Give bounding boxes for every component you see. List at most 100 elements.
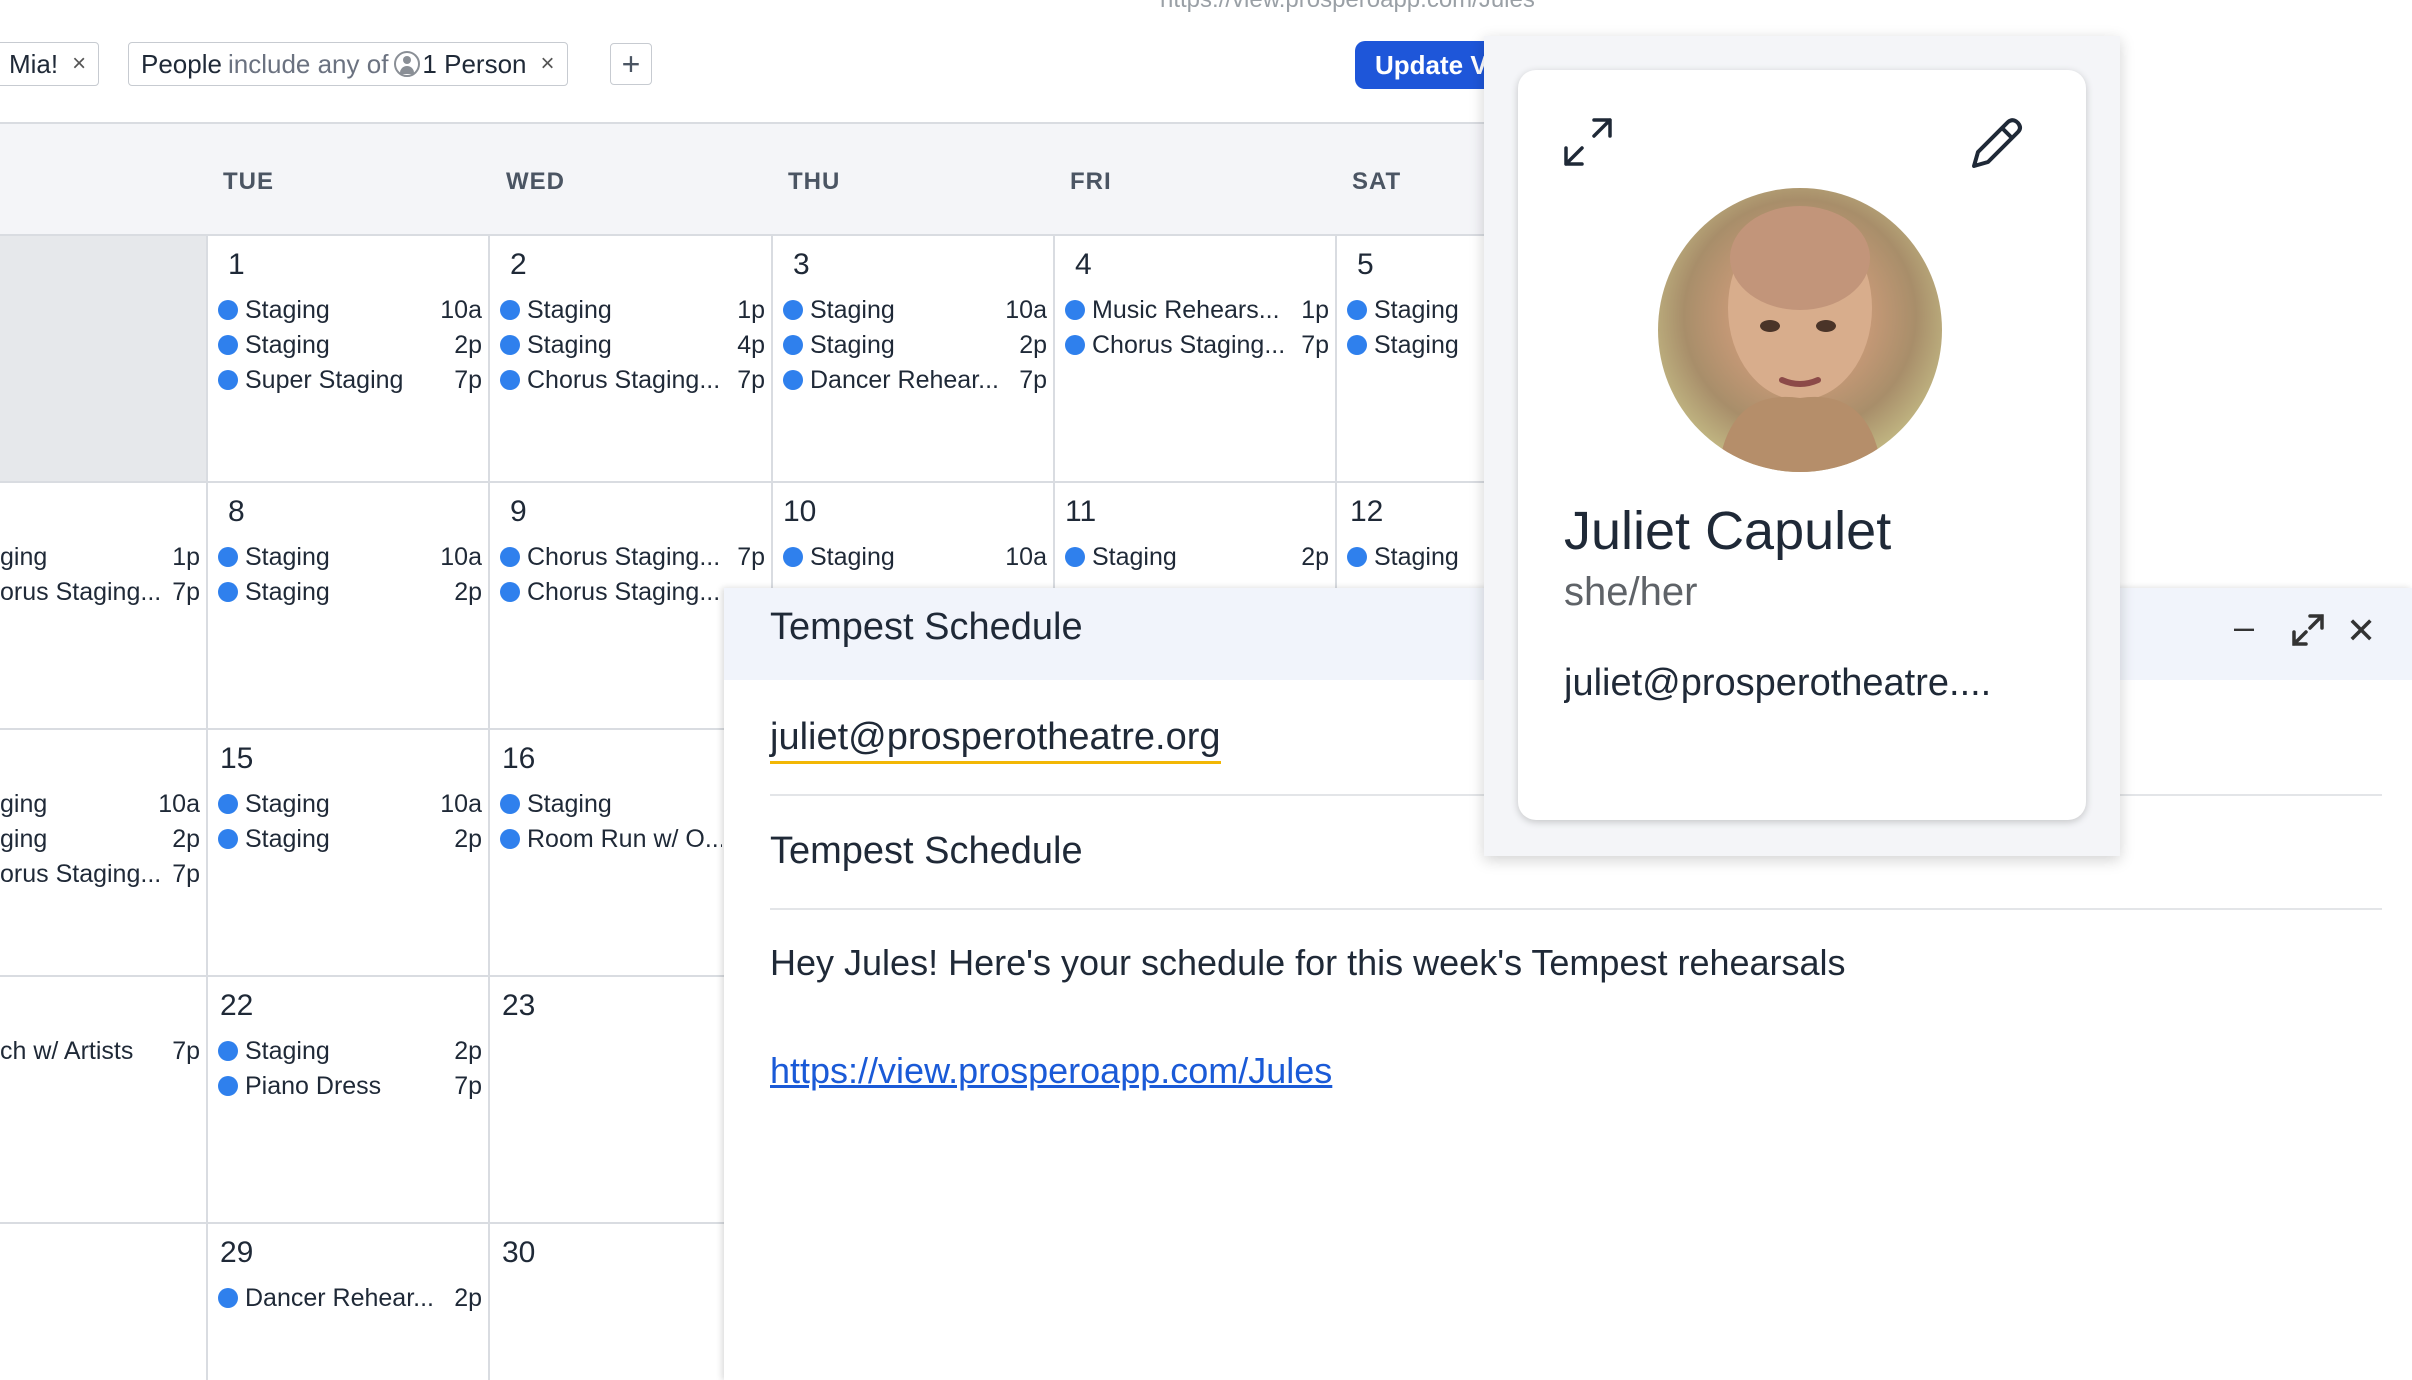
contact-email[interactable]: juliet@prosperotheatre....: [1564, 662, 2044, 705]
calendar-event[interactable]: ging 1p: [0, 540, 200, 574]
day-number[interactable]: 11: [1065, 495, 1096, 529]
event-dot: [500, 794, 520, 814]
day-number[interactable]: 30: [502, 1236, 535, 1270]
calendar-event[interactable]: Staging: [1347, 328, 1487, 362]
event-dot: [500, 829, 520, 849]
event-dot: [500, 547, 520, 567]
expand-icon[interactable]: [1556, 110, 1620, 174]
calendar-event[interactable]: Super Staging 7p: [218, 363, 482, 397]
recipient-chip[interactable]: juliet@prosperotheatre.org: [770, 716, 1221, 764]
calendar-event[interactable]: Staging 2p: [783, 328, 1047, 362]
remove-filter-icon[interactable]: ×: [541, 50, 555, 78]
day-number[interactable]: 15: [220, 742, 253, 776]
add-filter-button[interactable]: +: [610, 43, 652, 85]
day-number[interactable]: 2: [510, 248, 527, 282]
event-dot: [218, 1076, 238, 1096]
calendar-event[interactable]: Staging: [1347, 293, 1487, 327]
day-number[interactable]: 16: [502, 742, 535, 776]
calendar-event[interactable]: Chorus Staging... 7p: [500, 540, 765, 574]
filter-operator: include any of: [227, 48, 389, 79]
calendar-event[interactable]: Staging 2p: [1065, 540, 1329, 574]
url-hint: https://view.prosperoapp.com/Jules: [1160, 0, 1535, 14]
schedule-link[interactable]: https://view.prosperoapp.com/Jules: [770, 1050, 1332, 1092]
subject-field[interactable]: Tempest Schedule: [770, 830, 1083, 873]
day-number[interactable]: 1: [228, 248, 245, 282]
contact-card: Juliet Capulet she/her juliet@prosperoth…: [1518, 70, 2086, 820]
edit-pencil-icon[interactable]: [1966, 114, 2026, 174]
calendar-event[interactable]: Staging 10a: [783, 293, 1047, 327]
calendar-event[interactable]: ging 2p: [0, 822, 200, 856]
expand-window-icon[interactable]: [2290, 612, 2326, 648]
contact-card-popover: Juliet Capulet she/her juliet@prosperoth…: [1484, 36, 2120, 856]
filter-chip-people[interactable]: People include any of 1 Person ×: [128, 42, 568, 86]
calendar-event[interactable]: Staging 1p: [500, 293, 765, 327]
day-number[interactable]: 4: [1075, 248, 1092, 282]
event-dot: [500, 582, 520, 602]
day-number[interactable]: 23: [502, 989, 535, 1023]
filter-chip-label: Mia!: [9, 48, 59, 79]
day-number[interactable]: 12: [1350, 495, 1383, 529]
day-number[interactable]: 8: [228, 495, 245, 529]
calendar-event[interactable]: Staging 2p: [218, 822, 482, 856]
calendar-event[interactable]: Staging 2p: [218, 575, 482, 609]
compose-title: Tempest Schedule: [770, 606, 1083, 648]
event-dot: [218, 300, 238, 320]
calendar-event[interactable]: Staging 10a: [218, 293, 482, 327]
calendar-event[interactable]: Room Run w/ O...: [500, 822, 722, 856]
calendar-event[interactable]: Staging 10a: [783, 540, 1047, 574]
calendar-event[interactable]: ch w/ Artists 7p: [0, 1034, 200, 1068]
event-dot: [1347, 300, 1367, 320]
calendar-event[interactable]: Chorus Staging...: [500, 575, 740, 609]
day-header-sat: SAT: [1352, 168, 1402, 195]
event-dot: [1347, 547, 1367, 567]
calendar-event[interactable]: Staging: [500, 787, 722, 821]
event-dot: [1347, 335, 1367, 355]
event-dot: [500, 370, 520, 390]
calendar-event[interactable]: ging 10a: [0, 787, 200, 821]
event-dot: [218, 582, 238, 602]
calendar-event[interactable]: Piano Dress 7p: [218, 1069, 482, 1103]
event-dot: [783, 335, 803, 355]
event-dot: [218, 1288, 238, 1308]
contact-pronouns: she/her: [1564, 570, 1698, 614]
calendar-event[interactable]: orus Staging... 7p: [0, 857, 200, 891]
calendar-event[interactable]: Staging 10a: [218, 787, 482, 821]
calendar-event[interactable]: Staging 2p: [218, 1034, 482, 1068]
update-view-button[interactable]: Update View: [1355, 41, 1495, 89]
calendar-event[interactable]: Dancer Rehear... 2p: [218, 1281, 482, 1315]
day-number[interactable]: 10: [783, 495, 816, 529]
filter-value: 1 Person: [422, 48, 527, 79]
calendar-event[interactable]: Staging 2p: [218, 328, 482, 362]
person-icon: [394, 51, 421, 77]
calendar-event[interactable]: Chorus Staging... 7p: [1065, 328, 1329, 362]
filter-chip-mia[interactable]: Mia! ×: [0, 42, 100, 86]
past-day-cell: [0, 236, 207, 481]
day-number[interactable]: 29: [220, 1236, 253, 1270]
day-number[interactable]: 22: [220, 989, 253, 1023]
event-dot: [218, 547, 238, 567]
event-dot: [1065, 335, 1085, 355]
calendar-event[interactable]: Chorus Staging... 7p: [500, 363, 765, 397]
event-dot: [1065, 547, 1085, 567]
event-dot: [218, 335, 238, 355]
day-number[interactable]: 3: [793, 248, 810, 282]
day-header-wed: WED: [506, 168, 565, 195]
event-dot: [783, 370, 803, 390]
calendar-event[interactable]: Music Rehears... 1p: [1065, 293, 1329, 327]
close-icon[interactable]: ✕: [2346, 610, 2376, 652]
calendar-event[interactable]: Staging 4p: [500, 328, 765, 362]
event-dot: [500, 335, 520, 355]
event-dot: [218, 1041, 238, 1061]
message-body[interactable]: Hey Jules! Here's your schedule for this…: [770, 942, 1846, 984]
minimize-icon[interactable]: –: [2234, 606, 2254, 648]
remove-filter-icon[interactable]: ×: [72, 50, 86, 78]
day-number[interactable]: 5: [1357, 248, 1374, 282]
day-header-tue: TUE: [223, 168, 274, 195]
event-dot: [1065, 300, 1085, 320]
filter-field: People: [141, 48, 222, 79]
calendar-event[interactable]: Dancer Rehear... 7p: [783, 363, 1047, 397]
calendar-event[interactable]: Staging 10a: [218, 540, 482, 574]
calendar-event[interactable]: Staging: [1347, 540, 1487, 574]
calendar-event[interactable]: orus Staging... 7p: [0, 575, 200, 609]
day-number[interactable]: 9: [510, 495, 527, 529]
